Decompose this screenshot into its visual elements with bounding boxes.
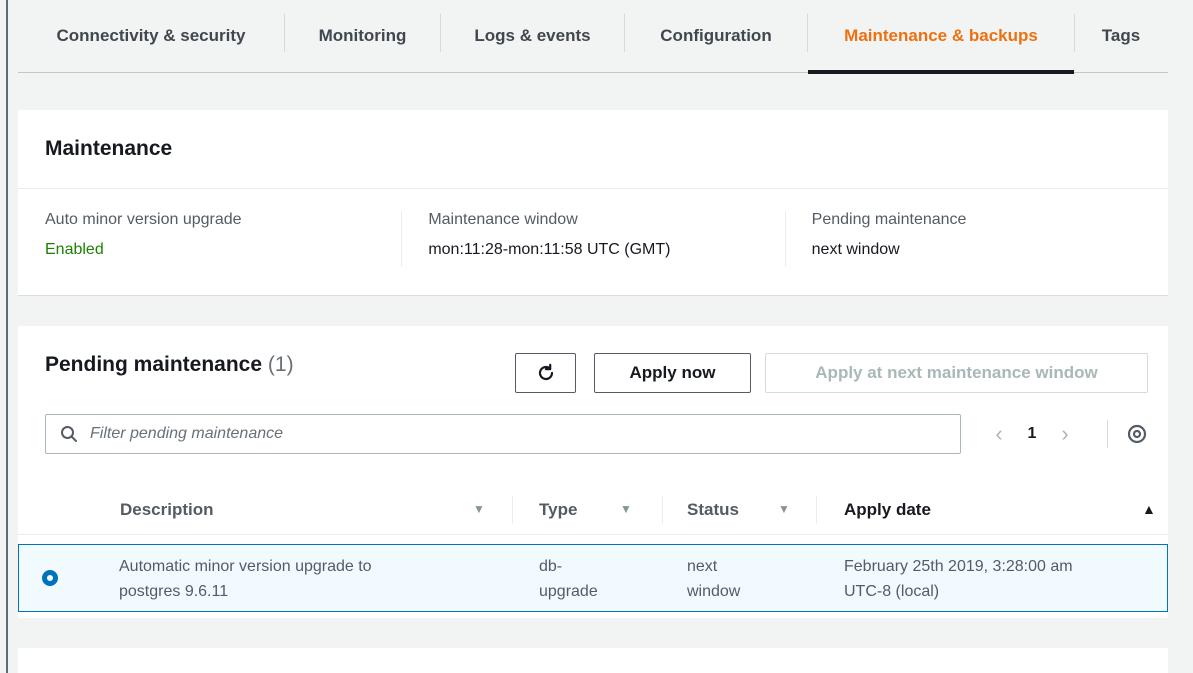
auto-minor-upgrade-value: Enabled: [45, 241, 104, 258]
pending-maintenance-label: Pending maintenance: [811, 211, 967, 228]
column-divider: [662, 496, 663, 524]
tab-logs-events[interactable]: Logs & events: [441, 0, 624, 72]
apply-date-line-2: UTC-8 (local): [844, 583, 940, 600]
column-apply-date[interactable]: Apply date: [844, 486, 931, 534]
column-description[interactable]: Description: [120, 486, 214, 534]
pending-maintenance-summary: Pending maintenance next window: [784, 211, 1168, 267]
pending-maintenance-title: Pending maintenance (1): [45, 353, 294, 377]
description-line-2: postgres 9.6.11: [119, 583, 229, 600]
column-divider: [512, 496, 513, 524]
tab-maintenance-backups[interactable]: Maintenance & backups: [808, 0, 1074, 74]
type-line-1: db-: [539, 558, 563, 575]
cell-apply-date: February 25th 2019, 3:28:00 am UTC-8 (lo…: [844, 554, 1073, 604]
auto-minor-upgrade-label: Auto minor version upgrade: [45, 211, 242, 228]
page-number[interactable]: 1: [1014, 425, 1050, 443]
pagination: ‹ 1 ›: [984, 414, 1080, 454]
chevron-left-icon[interactable]: ‹: [984, 421, 1014, 447]
tab-connectivity-security[interactable]: Connectivity & security: [18, 0, 284, 72]
cell-type: db- upgrade: [539, 554, 598, 604]
tab-bar: Connectivity & security Monitoring Logs …: [18, 0, 1168, 74]
sort-ascending-icon[interactable]: ▲: [1142, 501, 1156, 517]
search-icon: [61, 426, 77, 442]
pending-maintenance-value: next window: [811, 241, 900, 258]
pending-count: (1): [267, 353, 294, 376]
maintenance-panel: Maintenance Auto minor version upgrade E…: [18, 110, 1168, 296]
sort-status-icon[interactable]: ▼: [778, 502, 790, 516]
tab-monitoring[interactable]: Monitoring: [285, 0, 440, 72]
row-radio-selected[interactable]: [42, 570, 58, 586]
chevron-right-icon[interactable]: ›: [1050, 421, 1080, 447]
gear-icon[interactable]: [1126, 423, 1148, 445]
maintenance-window-value: mon:11:28-mon:11:58 UTC (GMT): [428, 241, 671, 258]
apply-date-line-1: February 25th 2019, 3:28:00 am: [844, 558, 1073, 575]
refresh-icon: [538, 363, 553, 381]
tab-configuration[interactable]: Configuration: [625, 0, 807, 72]
apply-next-window-button[interactable]: Apply at next maintenance window: [765, 353, 1148, 393]
maintenance-window: Maintenance window mon:11:28-mon:11:58 U…: [401, 211, 784, 267]
left-border: [6, 0, 8, 673]
refresh-button[interactable]: [515, 353, 576, 393]
pager-divider: [1107, 420, 1108, 448]
cell-description: Automatic minor version upgrade to postg…: [119, 554, 372, 604]
description-line-1: Automatic minor version upgrade to: [119, 558, 372, 575]
maintenance-window-label: Maintenance window: [428, 211, 578, 228]
column-status[interactable]: Status: [687, 486, 739, 534]
maintenance-title: Maintenance: [18, 110, 1168, 189]
filter-input[interactable]: [88, 424, 912, 444]
filter-box: [45, 414, 961, 454]
app-frame: Connectivity & security Monitoring Logs …: [0, 0, 1193, 673]
cell-status: next window: [687, 554, 740, 604]
column-divider: [816, 496, 817, 524]
status-line-1: next: [687, 558, 718, 575]
table-row[interactable]: Automatic minor version upgrade to postg…: [18, 544, 1168, 612]
sort-description-icon[interactable]: ▼: [473, 502, 485, 516]
table-header: Description ▼ Type ▼ Status ▼ Apply date…: [18, 486, 1168, 535]
status-line-2: window: [687, 583, 741, 600]
sort-type-icon[interactable]: ▼: [620, 502, 632, 516]
pending-maintenance-panel: Pending maintenance (1) Apply now Apply …: [18, 326, 1168, 618]
type-line-2: upgrade: [539, 583, 598, 600]
tab-tags[interactable]: Tags: [1075, 0, 1167, 72]
auto-minor-upgrade: Auto minor version upgrade Enabled: [18, 211, 401, 259]
pending-title-text: Pending maintenance: [45, 353, 263, 376]
apply-now-button[interactable]: Apply now: [594, 353, 751, 393]
column-type[interactable]: Type: [539, 486, 577, 534]
maintenance-details: Auto minor version upgrade Enabled Maint…: [18, 189, 1168, 267]
next-panel-edge: [18, 648, 1168, 673]
